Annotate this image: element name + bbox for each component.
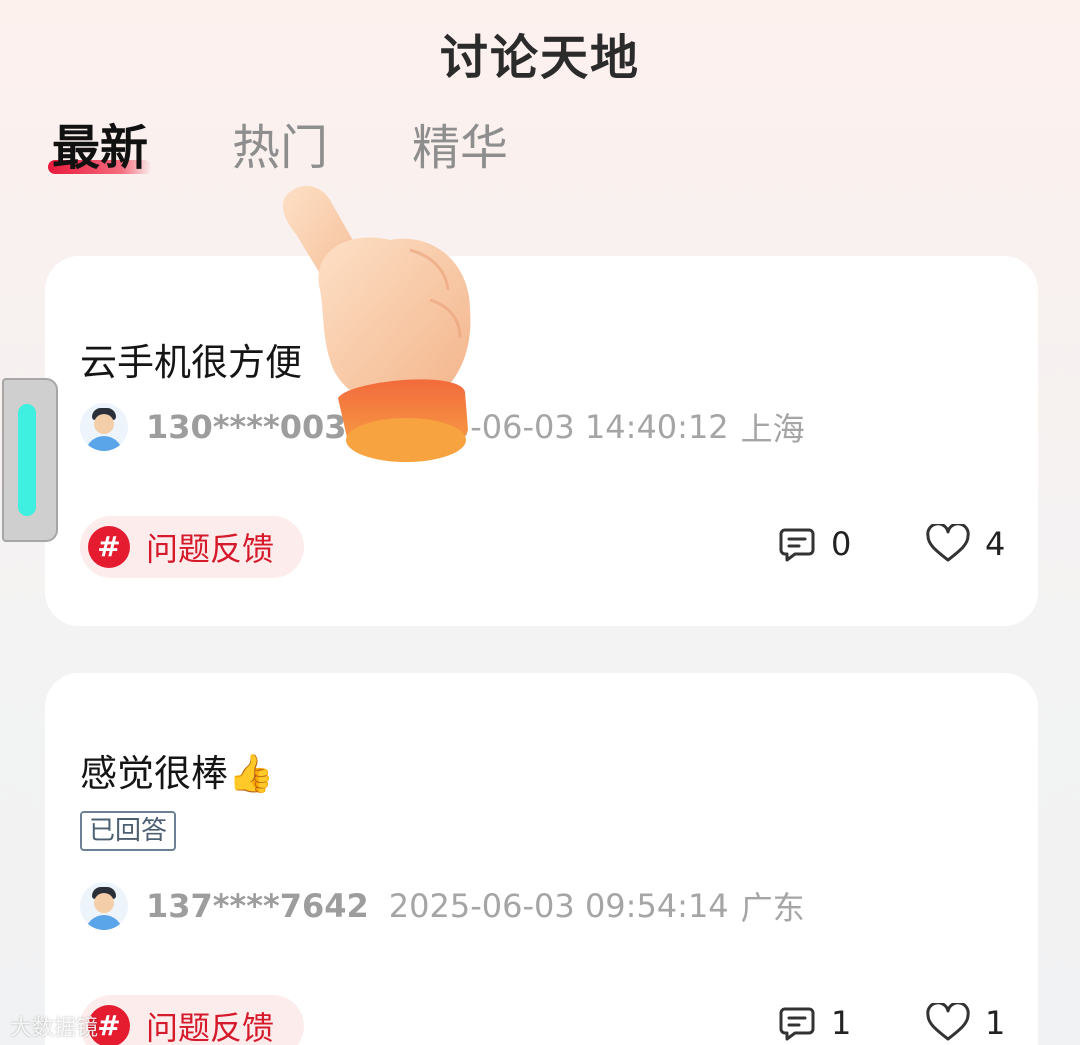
post-datetime: 2025-06-03 09:54:14 [388,887,729,925]
post-card[interactable]: 云手机很方便 130****0038 2025-06-03 14:40:12 上… [45,256,1038,626]
topic-tag-label: 问题反馈 [146,530,275,568]
like-button[interactable]: 1 [925,1003,1005,1043]
heart-icon [926,524,970,562]
like-count: 4 [985,525,1006,563]
hashtag-icon: # [88,526,130,568]
watermark: 大数据镜 [10,1016,99,1041]
post-meta: 137****7642 2025-06-03 09:54:14 广东 [80,881,805,931]
like-count: 1 [985,1004,1006,1042]
post-card[interactable]: 感觉很棒👍 已回答 137****7642 2025-06-03 09:54:1… [45,673,1038,1045]
answered-badge: 已回答 [80,811,177,851]
post-title[interactable]: 云手机很方便 [80,332,302,386]
comment-count: 1 [831,1004,852,1042]
avatar[interactable] [80,403,128,451]
like-button[interactable]: 4 [925,524,1005,564]
username[interactable]: 130****0038 [146,408,369,446]
topic-tag[interactable]: # 问题反馈 [80,995,305,1045]
floating-side-handle[interactable] [2,378,58,542]
side-handle-bar [18,404,36,516]
post-location: 上海 [740,410,805,448]
tab-hot[interactable]: 热门 [232,108,328,178]
username[interactable]: 137****7642 [146,887,369,925]
comment-count: 0 [831,525,852,563]
comment-icon [779,1007,815,1041]
comment-icon [779,528,815,562]
avatar[interactable] [80,882,128,930]
tab-latest[interactable]: 最新 [52,108,148,178]
post-meta: 130****0038 2025-06-03 14:40:12 上海 [80,402,805,452]
page-title: 讨论天地 [439,30,640,86]
topic-tag-label: 问题反馈 [146,1009,275,1045]
comment-button[interactable]: 1 [777,1003,851,1043]
post-datetime: 2025-06-03 14:40:12 [388,408,729,446]
heart-icon [926,1003,970,1041]
post-location: 广东 [740,889,805,927]
topic-tag[interactable]: # 问题反馈 [80,516,305,578]
comment-button[interactable]: 0 [777,524,851,564]
post-title[interactable]: 感觉很棒👍 [80,743,274,797]
tab-featured[interactable]: 精华 [412,108,508,178]
